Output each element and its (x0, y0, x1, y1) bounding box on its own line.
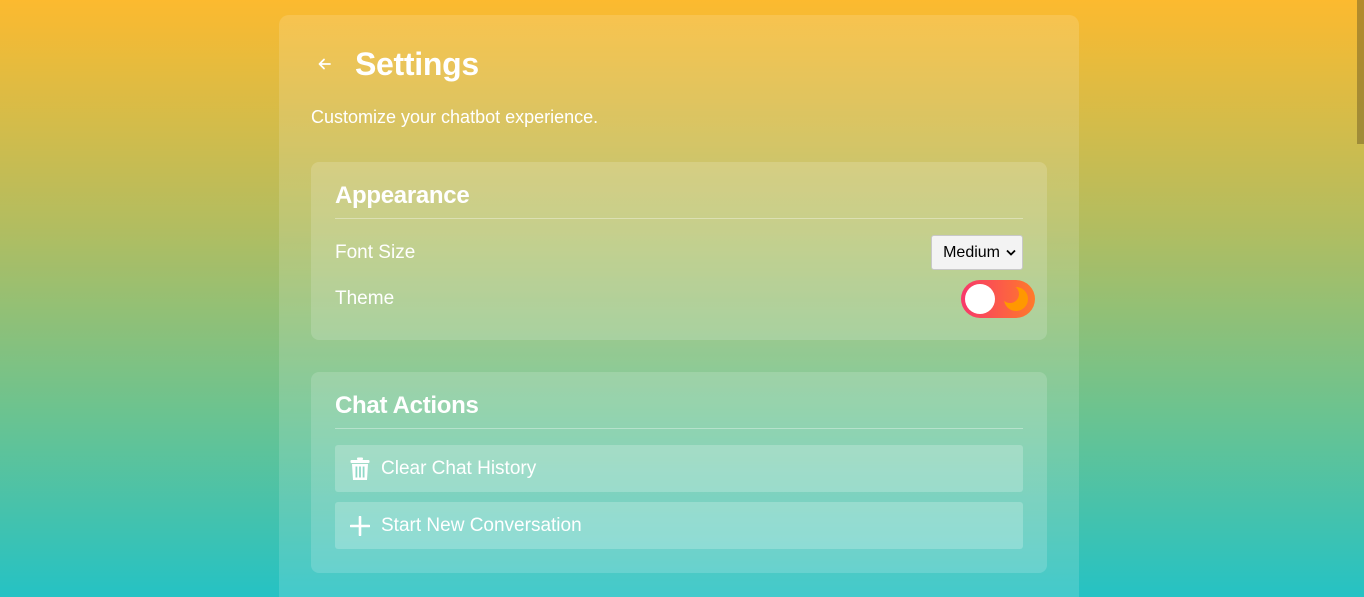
page-scrollbar[interactable] (1357, 0, 1364, 597)
start-new-conversation-label: Start New Conversation (381, 514, 582, 536)
chat-actions-section: Chat Actions Clear Chat History Start Ne… (311, 372, 1047, 573)
plus-icon (349, 513, 371, 539)
moon-icon (1004, 286, 1028, 311)
settings-header: Settings (311, 39, 1047, 89)
page-title: Settings (355, 45, 479, 82)
appearance-title: Appearance (335, 182, 1023, 219)
start-new-conversation-button[interactable]: Start New Conversation (335, 502, 1023, 549)
font-size-value: Medium (943, 243, 1000, 261)
page-subtitle: Customize your chatbot experience. (311, 107, 599, 127)
trash-icon (349, 456, 371, 482)
theme-toggle[interactable] (961, 279, 1035, 318)
appearance-section: Appearance Font Size Medium Theme (311, 162, 1047, 340)
back-button[interactable] (311, 50, 339, 78)
clear-chat-history-label: Clear Chat History (381, 457, 537, 479)
font-size-label: Font Size (335, 241, 416, 263)
arrow-left-icon (318, 58, 331, 70)
theme-label: Theme (335, 287, 395, 309)
font-size-select[interactable]: Medium (931, 235, 1023, 270)
clear-chat-history-button[interactable]: Clear Chat History (335, 445, 1023, 492)
chevron-down-icon (1006, 249, 1016, 256)
font-size-row: Font Size Medium (335, 235, 1023, 270)
theme-row: Theme (335, 279, 1035, 318)
settings-panel: Settings Customize your chatbot experien… (279, 15, 1079, 597)
scrollbar-thumb[interactable] (1357, 0, 1364, 144)
toggle-knob (965, 283, 995, 314)
chat-actions-title: Chat Actions (335, 392, 1023, 429)
